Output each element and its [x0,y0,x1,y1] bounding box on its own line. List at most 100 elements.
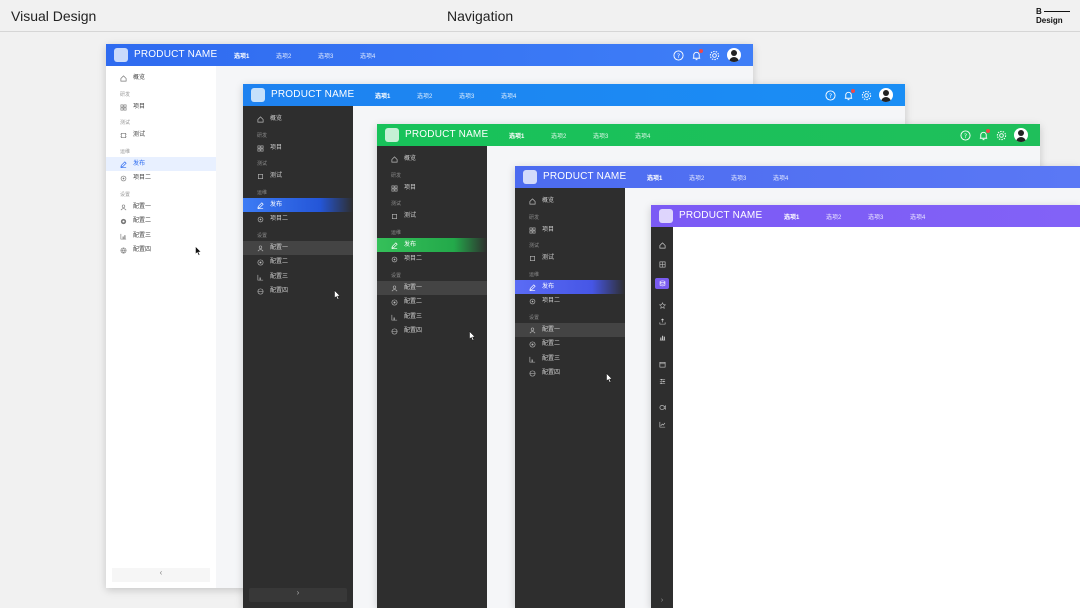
tab-option-3[interactable]: 选项3 [459,91,501,100]
notification-button[interactable] [978,128,990,141]
mouse-cursor-icon [606,373,613,383]
bar-chart-icon [659,335,665,341]
grid-icon [120,104,127,110]
sidebar-collapse-button[interactable]: ‹ [112,568,210,582]
sidebar-item-config1[interactable]: 配置一 [243,240,353,255]
top-tabs: 选项1 选项2 选项3 选项4 [234,51,402,60]
sidebar-item-config2[interactable]: 配置二 [515,337,625,352]
sidebar-item-overview[interactable]: 概览 [106,71,216,86]
sidebar-item-config3[interactable]: 配置三 [243,270,353,285]
rail-chart[interactable] [655,332,669,343]
tab-option-1[interactable]: 选项1 [509,131,551,140]
tab-option-4[interactable]: 选项4 [910,212,952,221]
sidebar-item-overview[interactable]: 概览 [515,194,625,209]
tab-option-1[interactable]: 选项1 [647,173,689,182]
rail-video[interactable] [655,402,669,413]
sidebar-item-publish[interactable]: 发布 [243,197,353,212]
app-header: PRODUCT NAME 选项1 选项2 选项3 选项4 ? [377,124,1040,146]
sidebar-item-config2[interactable]: 配置二 [106,214,216,229]
sidebar-item-config1[interactable]: 配置一 [515,322,625,337]
tab-option-2[interactable]: 选项2 [276,51,318,60]
sidebar-item-project-two[interactable]: 项目二 [377,252,487,267]
tab-option-4[interactable]: 选项4 [773,173,815,182]
notification-button[interactable] [691,48,703,61]
sidebar-expand-button[interactable]: › [651,597,673,604]
tab-option-4[interactable]: 选项4 [635,131,677,140]
sidebar-item-test[interactable]: 测试 [243,169,353,184]
top-tabs: 选项1 选项2 选项3 选项4 [375,91,543,100]
sidebar-item-config1[interactable]: 配置一 [377,280,487,295]
gear-icon[interactable] [996,130,1007,141]
sidebar-item-project[interactable]: 项目 [106,100,216,115]
help-icon[interactable]: ? [825,89,836,101]
tab-option-3[interactable]: 选项3 [318,51,360,60]
sidebar-item-overview[interactable]: 概览 [243,112,353,127]
sidebar-item-project[interactable]: 项目 [515,223,625,238]
tab-option-2[interactable]: 选项2 [689,173,731,182]
app-header: PRODUCT NAME 选项1 选项2 选项3 选项4 ? [243,84,905,106]
tab-option-1[interactable]: 选项1 [234,51,276,60]
tab-option-2[interactable]: 选项2 [417,91,459,100]
sidebar-item-overview[interactable]: 概览 [377,152,487,167]
notification-dot [851,88,855,93]
help-icon[interactable]: ? [673,49,684,61]
sidebar-item-config2[interactable]: 配置二 [377,295,487,310]
product-logo[interactable] [385,128,399,142]
sidebar-item-project-two[interactable]: 项目二 [106,171,216,186]
app-header: PRODUCT NAME 选项1 选项2 选项3 选项4 [651,205,1080,227]
rail-database[interactable] [655,278,669,289]
product-name: PRODUCT NAME [134,49,218,60]
sidebar-item-config3[interactable]: 配置三 [377,310,487,325]
sidebar-item-publish[interactable]: 发布 [377,237,487,252]
gear-icon[interactable] [709,50,720,61]
help-icon[interactable]: ? [960,129,971,141]
tab-option-1[interactable]: 选项1 [375,91,417,100]
product-name: PRODUCT NAME [405,129,489,140]
sidebar-item-project-two[interactable]: 项目二 [243,212,353,227]
tab-option-1[interactable]: 选项1 [784,212,826,221]
sidebar-item-config3[interactable]: 配置三 [515,352,625,367]
frame-icon [120,133,127,138]
notification-button[interactable] [843,88,855,101]
gear-icon[interactable] [861,90,872,101]
tab-option-4[interactable]: 选项4 [360,51,402,60]
sidebar-item-project[interactable]: 项目 [377,181,487,196]
tab-option-4[interactable]: 选项4 [501,91,543,100]
rail-star[interactable] [655,300,669,311]
tab-option-3[interactable]: 选项3 [731,173,773,182]
rail-sliders[interactable] [655,376,669,387]
sidebar-item-project[interactable]: 项目 [243,141,353,156]
tab-option-3[interactable]: 选项3 [593,131,635,140]
sidebar-item-project-two[interactable]: 项目二 [515,294,625,309]
rail-home[interactable] [655,240,669,251]
globe-icon [257,288,264,295]
sidebar-item-publish[interactable]: 发布 [515,279,625,294]
sidebar-item-config1[interactable]: 配置一 [106,200,216,215]
product-logo[interactable] [523,170,537,184]
user-avatar[interactable] [879,88,893,102]
sidebar-item-test[interactable]: 测试 [515,251,625,266]
content-area [673,227,1080,608]
product-name: PRODUCT NAME [271,89,355,100]
frame-icon [258,174,263,179]
tab-option-3[interactable]: 选项3 [868,212,910,221]
sidebar-group-research: 研发 [391,172,402,179]
sidebar-collapse-button[interactable]: › [249,588,347,602]
rail-upload[interactable] [655,316,669,327]
tab-option-2[interactable]: 选项2 [826,212,868,221]
user-avatar[interactable] [727,48,741,62]
tab-option-2[interactable]: 选项2 [551,131,593,140]
sidebar-item-config2[interactable]: 配置二 [243,255,353,270]
rail-grid[interactable] [655,259,669,270]
product-logo[interactable] [114,48,128,62]
sidebar-item-test[interactable]: 测试 [377,209,487,224]
product-logo[interactable] [251,88,265,102]
sidebar-item-publish[interactable]: 发布 [106,156,216,171]
sidebar-item-config3[interactable]: 配置三 [106,229,216,244]
user-avatar[interactable] [1014,128,1028,142]
app-header: PRODUCT NAME 选项1 选项2 选项3 选项4 ? [106,44,753,66]
sidebar-item-test[interactable]: 测试 [106,128,216,143]
rail-calendar[interactable] [655,359,669,370]
rail-trend[interactable] [655,419,669,430]
product-logo[interactable] [659,209,673,223]
